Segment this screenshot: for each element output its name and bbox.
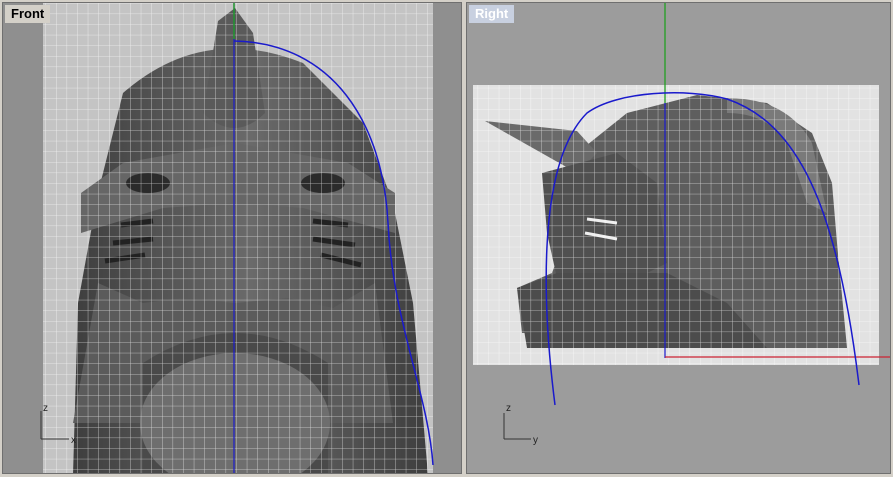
right-axis-y-label: y <box>533 435 538 446</box>
right-grid <box>473 85 879 365</box>
front-axis-z-label: z <box>43 403 48 414</box>
front-viewport[interactable]: Front z x <box>2 2 462 474</box>
right-axis-z-label: z <box>506 403 511 414</box>
front-viewport-title[interactable]: Front <box>5 5 51 23</box>
front-grid <box>43 3 433 473</box>
front-scene: z x <box>3 3 461 473</box>
front-axis-x-label: x <box>71 435 76 446</box>
right-viewport[interactable]: Right z y <box>466 2 891 474</box>
right-scene: z y <box>467 3 890 473</box>
right-viewport-title[interactable]: Right <box>469 5 515 23</box>
